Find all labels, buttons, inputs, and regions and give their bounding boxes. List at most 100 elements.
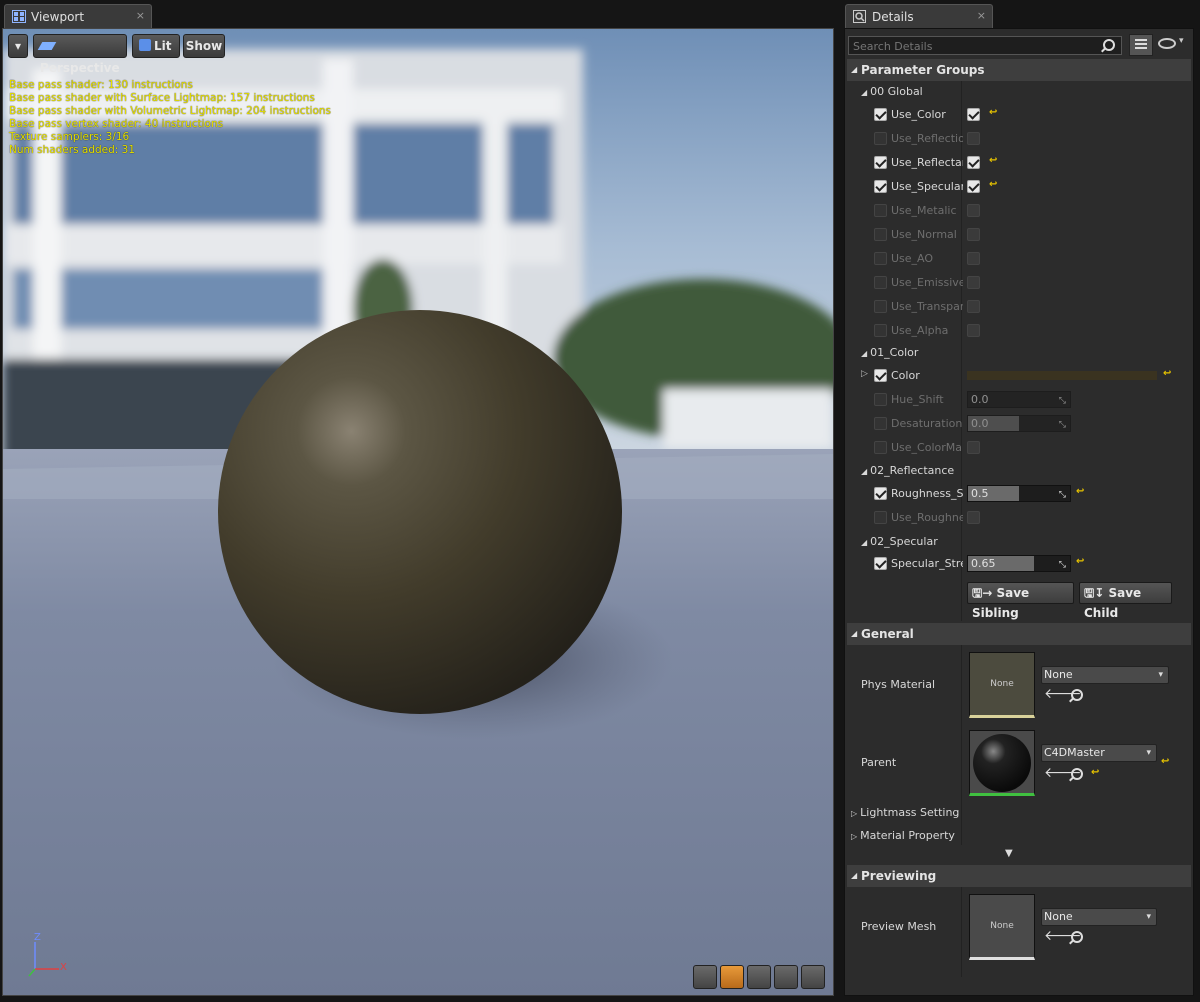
param-label: Use_Reflection — [891, 132, 963, 145]
section-title: General — [861, 627, 914, 641]
param-row-roughness: Roughness_Strength 0.5 ⤡ ↩ — [847, 482, 1191, 506]
param-row-global: Use_Metalic — [847, 199, 1191, 223]
section-previewing[interactable]: ◢ Previewing — [847, 865, 1191, 887]
reset-arrow-icon[interactable]: ↩ — [989, 155, 997, 166]
parent-dropdown[interactable]: C4DMaster ▾ — [1041, 744, 1157, 762]
checkbox-use-colormap-value[interactable] — [967, 441, 980, 454]
checkbox-roughness[interactable] — [874, 487, 887, 500]
reset-arrow-icon[interactable]: ↩ — [1076, 556, 1084, 567]
checkbox-value[interactable] — [967, 228, 980, 241]
parent-thumbnail[interactable] — [969, 730, 1035, 796]
save-sibling-icon: 🖫→ — [972, 586, 997, 600]
checkbox-override[interactable] — [874, 300, 887, 313]
checkbox-override[interactable] — [874, 228, 887, 241]
section-parameter-groups[interactable]: ◢ Parameter Groups — [847, 59, 1191, 81]
checkbox-use-colormap-override[interactable] — [874, 441, 887, 454]
sphere-icon[interactable] — [720, 965, 744, 989]
save-sibling-button[interactable]: 🖫→ Save Sibling — [967, 582, 1074, 620]
checkbox-override[interactable] — [874, 204, 887, 217]
drag-handle-icon: ⤡ — [1058, 396, 1066, 406]
specular-field[interactable]: 0.65 ⤡ — [967, 555, 1071, 572]
material-property-row[interactable]: ▷Material Property Overrides — [851, 829, 959, 842]
checkbox-specular[interactable] — [874, 557, 887, 570]
hue-shift-field[interactable]: 0.0 ⤡ — [967, 391, 1071, 408]
advanced-expand-icon[interactable]: ▼ — [1005, 848, 1013, 859]
checkbox-override[interactable] — [874, 132, 887, 145]
checkbox-value[interactable] — [967, 300, 980, 313]
phys-material-thumbnail[interactable]: None — [969, 652, 1035, 718]
viewport[interactable]: ▾ Perspective Lit Show Base pass shader:… — [2, 28, 834, 996]
eye-dropdown-icon[interactable]: ▾ — [1179, 36, 1184, 46]
perspective-button[interactable]: Perspective — [33, 34, 127, 75]
checkbox-use-roughness-value[interactable] — [967, 511, 980, 524]
plane-icon[interactable] — [747, 965, 771, 989]
chevron-down-icon: ▾ — [1158, 670, 1163, 680]
checkbox-value[interactable] — [967, 180, 980, 193]
lit-button[interactable]: Lit — [132, 34, 180, 58]
search-icon — [1103, 39, 1115, 51]
custom-mesh-icon[interactable] — [801, 965, 825, 989]
checkbox-override[interactable] — [874, 252, 887, 265]
parent-label: Parent — [861, 756, 897, 769]
color-swatch[interactable] — [967, 371, 1157, 380]
checkbox-override[interactable] — [874, 108, 887, 121]
reset-arrow-icon[interactable]: ↩ — [1163, 368, 1171, 379]
reset-arrow-icon[interactable]: ↩ — [989, 107, 997, 118]
checkbox-override[interactable] — [874, 324, 887, 337]
browse-search-icon[interactable] — [1071, 931, 1083, 943]
cylinder-icon[interactable] — [693, 965, 717, 989]
checkbox-value[interactable] — [967, 204, 980, 217]
search-input[interactable] — [851, 38, 1095, 54]
browse-search-icon[interactable] — [1071, 689, 1083, 701]
group-02-specular[interactable]: ◢ 02_Specular — [861, 535, 938, 548]
viewport-options-button[interactable]: ▾ — [8, 34, 28, 58]
show-button[interactable]: Show — [183, 34, 225, 58]
section-general[interactable]: ◢ General — [847, 623, 1191, 645]
group-00-global[interactable]: ◢ 00 Global — [861, 85, 923, 98]
collapse-arrow-icon: ◢ — [861, 88, 868, 97]
checkbox-value[interactable] — [967, 156, 980, 169]
browse-search-icon[interactable] — [1071, 768, 1083, 780]
expand-arrow-icon[interactable]: ▷ — [861, 369, 868, 379]
checkbox-override[interactable] — [874, 156, 887, 169]
preview-mesh-dropdown[interactable]: None ▾ — [1041, 908, 1157, 926]
checkbox-color-override[interactable] — [874, 369, 887, 382]
group-02-reflectance[interactable]: ◢ 02_Reflectance — [861, 464, 954, 477]
checkbox-hue-shift[interactable] — [874, 393, 887, 406]
param-label: Desaturation — [891, 417, 963, 430]
reset-arrow-icon[interactable]: ↩ — [1076, 486, 1084, 497]
group-01-color[interactable]: ◢ 01_Color — [861, 346, 918, 359]
property-matrix-icon[interactable] — [1129, 34, 1153, 56]
checkbox-value[interactable] — [967, 324, 980, 337]
checkbox-override[interactable] — [874, 276, 887, 289]
desaturation-field[interactable]: 0.0 ⤡ — [967, 415, 1071, 432]
tab-details[interactable]: Details × — [845, 4, 993, 28]
perspective-icon — [37, 42, 57, 50]
phys-material-dropdown[interactable]: None ▾ — [1041, 666, 1169, 684]
field-value: 0.65 — [971, 557, 996, 570]
preview-mesh-thumbnail[interactable]: None — [969, 894, 1035, 960]
checkbox-value[interactable] — [967, 276, 980, 289]
checkbox-desaturation[interactable] — [874, 417, 887, 430]
reset-arrow-icon[interactable]: ↩ — [989, 179, 997, 190]
lightmass-settings-row[interactable]: ▷ Lightmass Settings — [851, 806, 959, 819]
close-icon[interactable]: × — [977, 9, 986, 22]
checkbox-use-roughness-override[interactable] — [874, 511, 887, 524]
reset-arrow-icon[interactable]: ↩ — [1161, 756, 1169, 767]
checkbox-value[interactable] — [967, 132, 980, 145]
eye-icon[interactable] — [1158, 38, 1176, 49]
search-field[interactable] — [848, 36, 1122, 55]
checkbox-value[interactable] — [967, 252, 980, 265]
tab-viewport[interactable]: Viewport × — [4, 4, 152, 28]
collapse-arrow-icon: ◢ — [851, 629, 858, 638]
reset-arrow-icon[interactable]: ↩ — [1091, 767, 1099, 778]
roughness-field[interactable]: 0.5 ⤡ — [967, 485, 1071, 502]
drag-handle-icon: ⤡ — [1058, 490, 1066, 500]
checkbox-override[interactable] — [874, 180, 887, 193]
cube-icon[interactable] — [774, 965, 798, 989]
save-child-button[interactable]: 🖫↧ Save Child — [1079, 582, 1172, 620]
checkbox-value[interactable] — [967, 108, 980, 121]
section-title: Previewing — [861, 869, 937, 883]
preview-mesh-label: Preview Mesh — [861, 920, 937, 933]
close-icon[interactable]: × — [136, 9, 145, 22]
